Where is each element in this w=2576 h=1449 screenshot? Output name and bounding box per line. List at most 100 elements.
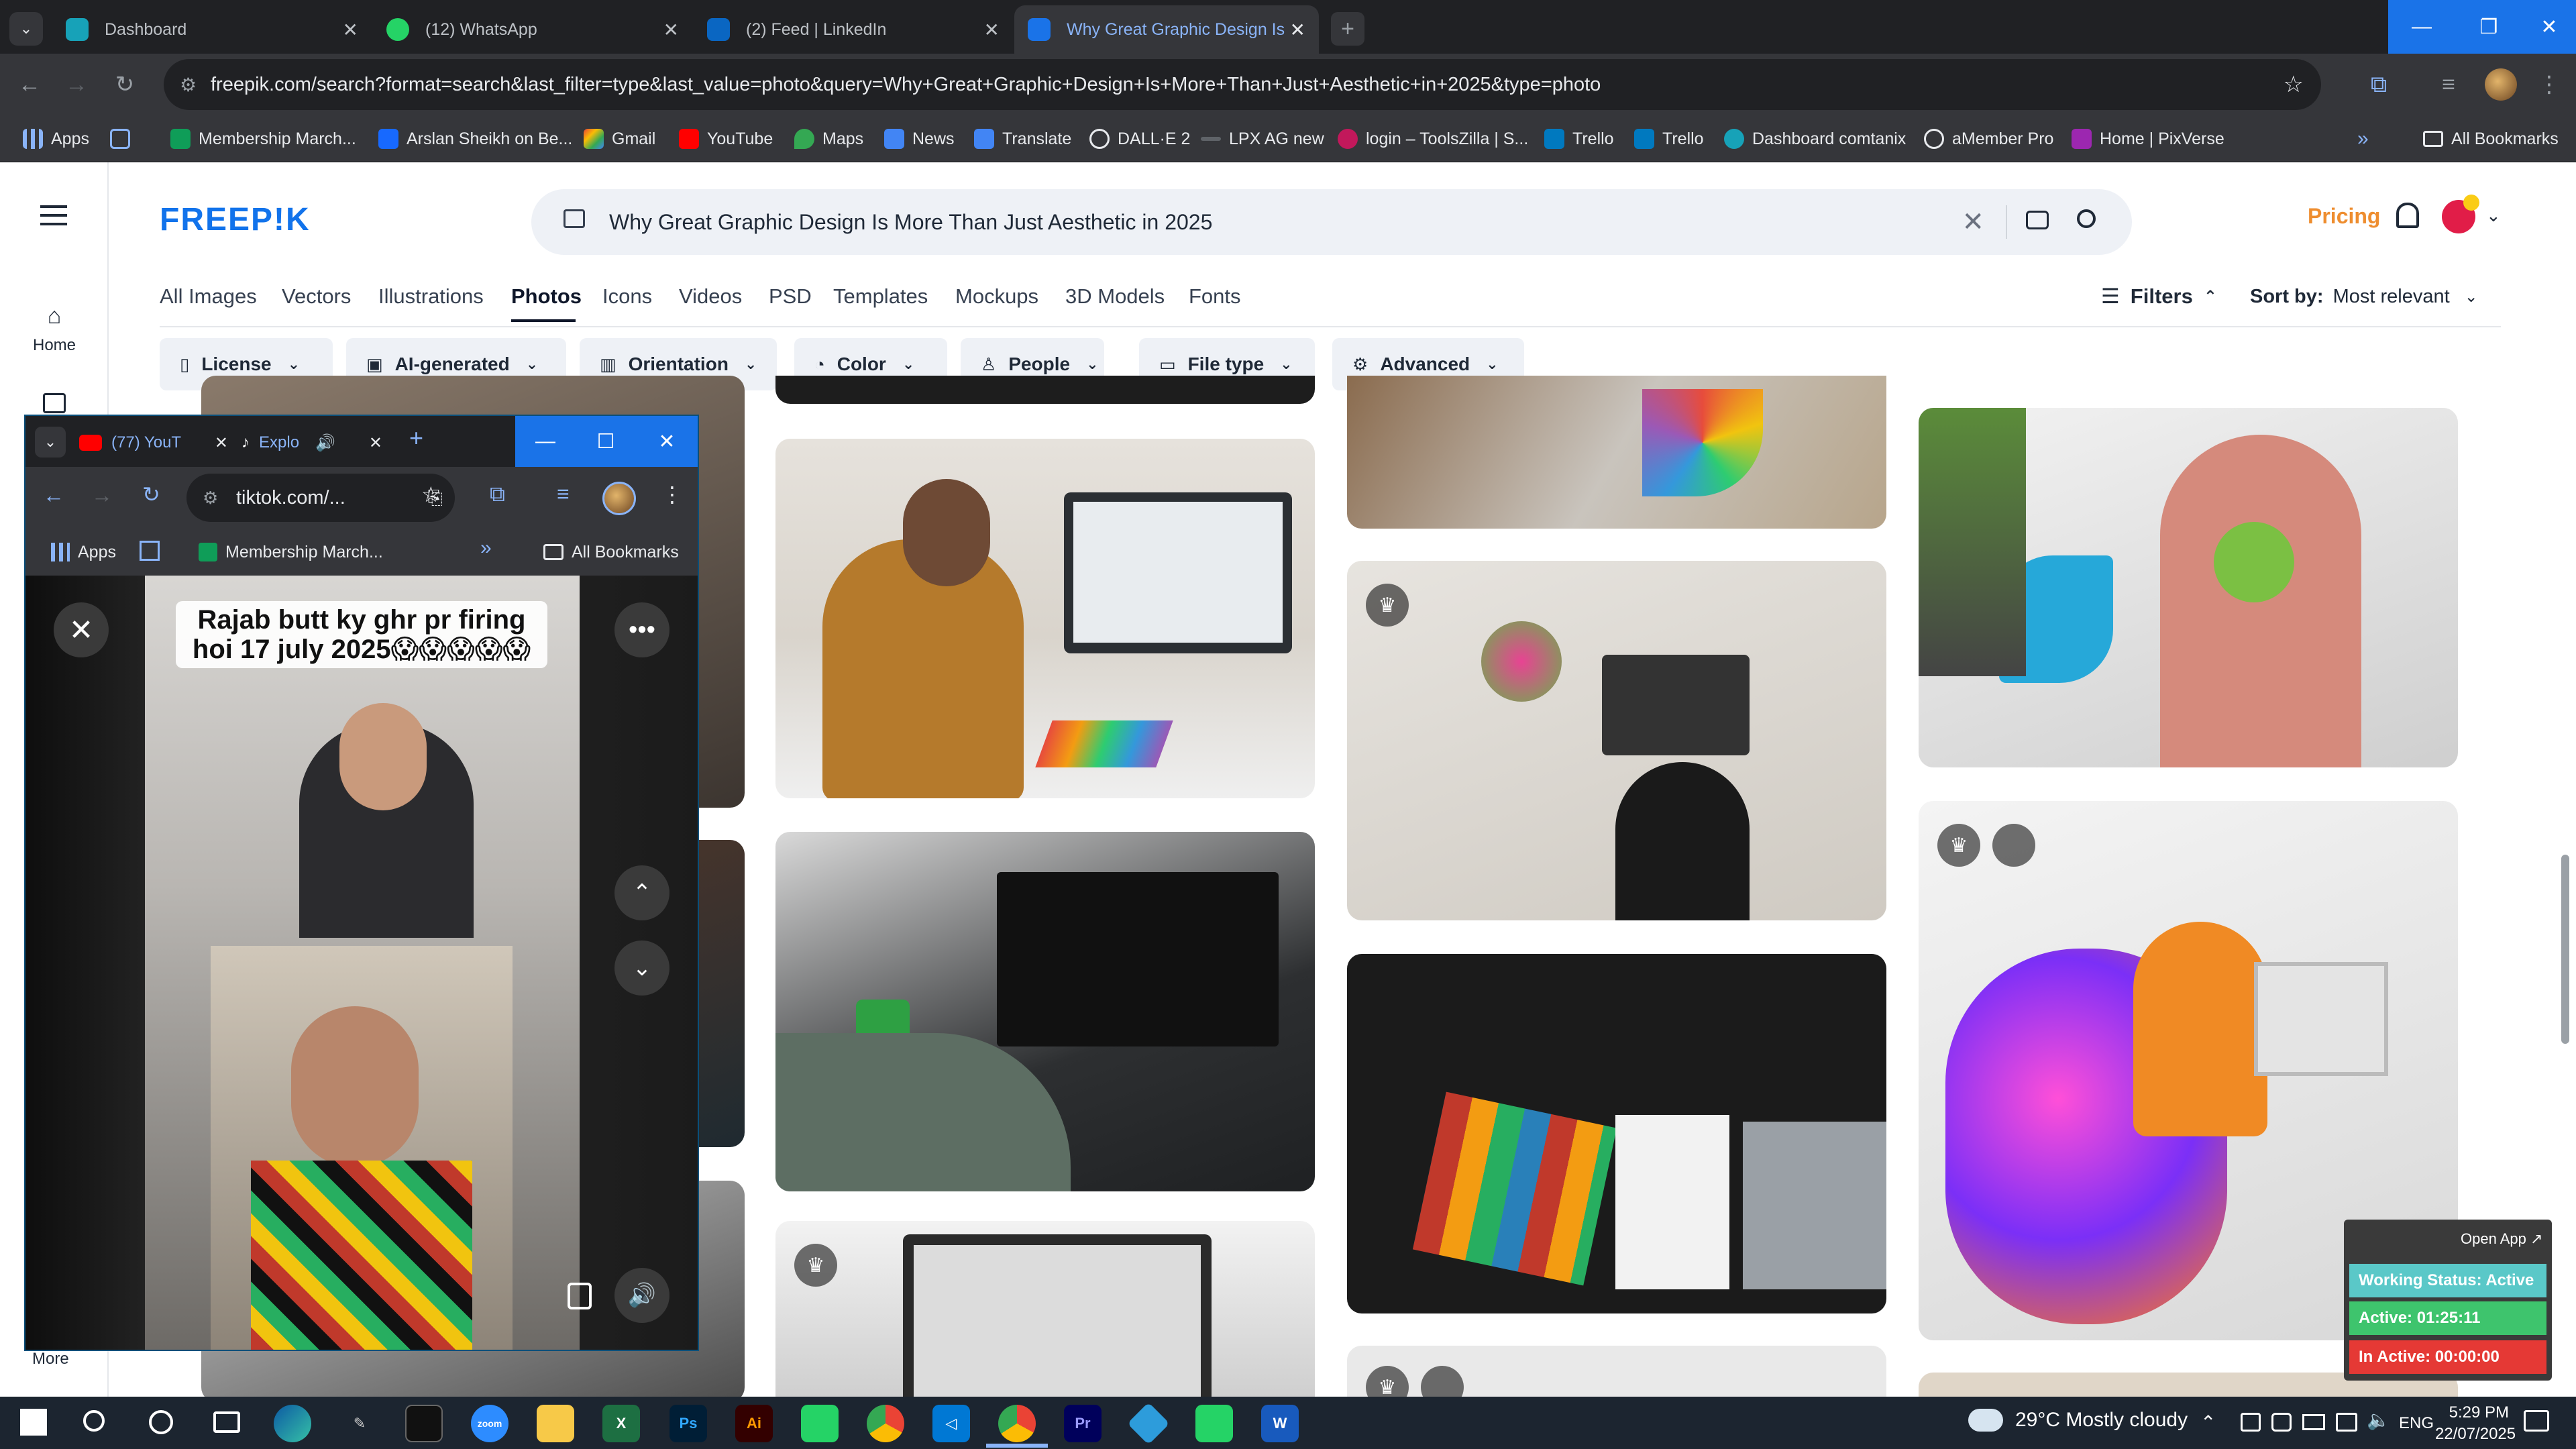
phone-app-2-taskbar-icon[interactable] <box>1195 1405 1233 1442</box>
close-tab-icon[interactable]: ✕ <box>1290 19 1305 41</box>
profile-avatar[interactable] <box>2485 68 2517 101</box>
next-video-button[interactable]: ⌄ <box>614 941 669 996</box>
bookmark-pixverse[interactable]: Home | PixVerse <box>2072 115 2224 162</box>
site-info-icon[interactable]: ⚙ <box>180 74 197 96</box>
sort-dropdown[interactable]: Sort by: Most relevant ⌄ <box>2250 286 2478 308</box>
all-bookmarks-folder[interactable]: All Bookmarks <box>2423 115 2559 162</box>
bookmark-dalle[interactable]: DALL·E 2 <box>1089 115 1190 162</box>
reload-icon[interactable]: ↻ <box>106 66 144 103</box>
bookmark-news[interactable]: News <box>884 115 955 162</box>
sidebar-home[interactable]: ⌂ Home <box>24 303 85 355</box>
cortana-icon[interactable] <box>149 1410 173 1434</box>
tab-illustrations[interactable]: Illustrations <box>378 284 484 309</box>
bookmark-lpx[interactable]: LPX AG new <box>1201 115 1324 162</box>
search-icon[interactable] <box>2077 209 2096 228</box>
camera-search-icon[interactable] <box>2026 211 2049 229</box>
close-window-button[interactable]: ✕ <box>636 416 698 467</box>
bookmark-trello-2[interactable]: Trello <box>1634 115 1704 162</box>
phone-app-taskbar-icon[interactable] <box>801 1405 839 1442</box>
browser-tab-linkedin[interactable]: (2) Feed | LinkedIn ✕ <box>694 5 1013 54</box>
picture-in-picture-icon[interactable] <box>568 1283 592 1309</box>
photoshop-taskbar-icon[interactable]: Ps <box>669 1405 707 1442</box>
tab-photos[interactable]: Photos <box>511 284 582 309</box>
photo-result[interactable]: ♛ <box>1347 1346 1886 1397</box>
more-options-button[interactable]: ••• <box>614 602 669 657</box>
tab-videos[interactable]: Videos <box>679 284 742 309</box>
bookmark-membership[interactable]: Membership March... <box>170 115 356 162</box>
tab-templates[interactable]: Templates <box>833 284 928 309</box>
excel-taskbar-icon[interactable]: X <box>602 1405 640 1442</box>
edge-taskbar-icon[interactable] <box>274 1405 311 1442</box>
terminal-taskbar-icon[interactable] <box>405 1405 443 1442</box>
account-chevron-down-icon[interactable]: ⌄ <box>2486 205 2501 226</box>
tab-vectors[interactable]: Vectors <box>282 284 351 309</box>
user-avatar[interactable] <box>2442 195 2479 233</box>
bookmark-maps[interactable]: Maps <box>794 115 863 162</box>
premiere-taskbar-icon[interactable]: Pr <box>1064 1405 1102 1442</box>
minimize-window-button[interactable]: — <box>2388 0 2455 54</box>
search-icon[interactable] <box>83 1410 105 1432</box>
notifications-icon[interactable] <box>2524 1410 2549 1432</box>
page-scrollbar-thumb[interactable] <box>2561 855 2569 1044</box>
pen-tool-taskbar-icon[interactable]: ✎ <box>341 1405 378 1442</box>
minimize-window-button[interactable]: — <box>515 416 576 467</box>
tray-meet-icon[interactable] <box>2241 1413 2261 1432</box>
browser-tab-dashboard[interactable]: Dashboard ✕ <box>52 5 372 54</box>
photo-designer-using-tablet[interactable] <box>775 832 1315 1191</box>
photo-laptop-color-swatches[interactable] <box>1347 376 1886 529</box>
url-omnibox[interactable]: ⚙ freepik.com/search?format=search&last_… <box>164 59 2321 110</box>
bookmark-membership[interactable]: Membership March... <box>199 537 383 568</box>
close-tab-icon[interactable]: ✕ <box>215 433 228 453</box>
zoom-taskbar-icon[interactable]: zoom <box>471 1405 508 1442</box>
restore-window-button[interactable]: ❐ <box>2455 0 2522 54</box>
bookmark-apps[interactable]: Apps <box>51 537 116 568</box>
back-arrow-icon[interactable]: ← <box>43 483 64 508</box>
clear-search-icon[interactable]: ✕ <box>1962 207 1984 237</box>
tiktok-tab-explore[interactable]: ♪ Explo 🔊 ✕ <box>241 423 382 463</box>
search-input[interactable]: Why Great Graphic Design Is More Than Ju… <box>609 210 1212 235</box>
bookmark-youtube[interactable]: YouTube <box>679 115 773 162</box>
tab-icons[interactable]: Icons <box>602 284 652 309</box>
image-search-type-icon[interactable] <box>564 209 585 228</box>
bookmark-grid[interactable] <box>110 115 138 162</box>
notification-bell-icon[interactable] <box>2396 203 2419 228</box>
tray-chevron-up-icon[interactable]: ⌃ <box>2200 1411 2216 1434</box>
close-tab-icon[interactable]: ✕ <box>663 19 679 41</box>
freepik-logo[interactable]: FREEP!K <box>160 201 311 238</box>
chrome-menu-icon[interactable]: ⋮ <box>2530 66 2568 103</box>
close-tab-icon[interactable]: ✕ <box>984 19 1000 41</box>
close-tab-icon[interactable]: ✕ <box>369 433 382 453</box>
file-explorer-taskbar-icon[interactable] <box>537 1405 574 1442</box>
sidebar-collections-icon[interactable] <box>43 393 66 413</box>
more-bookmarks-chevron-icon[interactable]: » <box>480 537 492 559</box>
windows-start-icon[interactable] <box>20 1409 47 1436</box>
tab-3d-models[interactable]: 3D Models <box>1065 284 1165 309</box>
tab-all-images[interactable]: All Images <box>160 284 257 309</box>
volume-button[interactable]: 🔊 <box>614 1268 669 1323</box>
tab-search-button[interactable]: ⌄ <box>9 12 43 46</box>
bookmark-apps[interactable]: Apps <box>23 115 89 162</box>
tray-volume-icon[interactable]: 🔈 <box>2367 1409 2390 1431</box>
photo-result[interactable] <box>775 376 1315 404</box>
chrome-menu-icon[interactable]: ⋮ <box>661 482 683 507</box>
new-tab-button[interactable]: + <box>409 424 423 452</box>
forward-arrow-icon[interactable]: → <box>91 483 113 508</box>
extensions-icon[interactable]: ⧉ <box>2360 66 2398 103</box>
tiktok-video-player[interactable] <box>145 576 580 1350</box>
tray-display-icon[interactable] <box>2302 1414 2325 1430</box>
vscode-taskbar-icon[interactable]: ◁ <box>932 1405 970 1442</box>
search-bar[interactable]: Why Great Graphic Design Is More Than Ju… <box>531 189 2132 255</box>
bookmark-arslan[interactable]: Arslan Sheikh on Be... <box>378 115 572 162</box>
photo-designer-sketching-at-desk[interactable] <box>775 439 1315 798</box>
task-view-icon[interactable] <box>213 1411 240 1433</box>
weather-widget[interactable]: 29°C Mostly cloudy <box>1968 1409 2188 1432</box>
maximize-window-button[interactable]: ☐ <box>576 416 636 467</box>
tab-psd[interactable]: PSD <box>769 284 812 309</box>
tray-network-icon[interactable] <box>2336 1413 2357 1432</box>
more-bookmarks-chevron-icon[interactable]: » <box>2357 115 2369 162</box>
close-window-button[interactable]: ✕ <box>2522 0 2576 54</box>
profile-avatar[interactable] <box>602 482 636 515</box>
tray-camera-icon[interactable] <box>2271 1413 2292 1432</box>
photo-logo-design-on-monitor[interactable]: ♛ <box>775 1221 1315 1397</box>
hamburger-menu-icon[interactable] <box>40 205 67 225</box>
